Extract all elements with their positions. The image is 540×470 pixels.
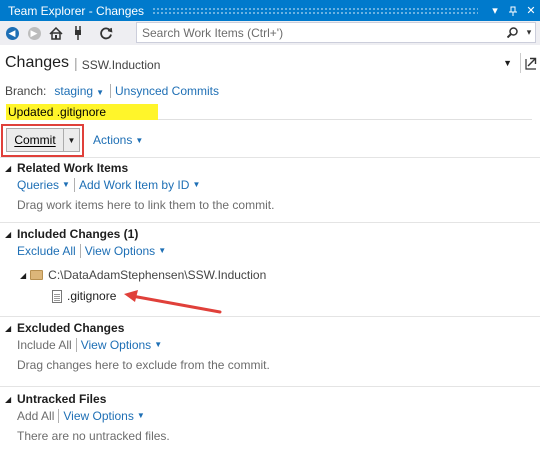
drop-hint: Drag work items here to link them to the… [17,198,275,212]
actions-label: Actions [93,133,133,147]
section-title: Excluded Changes [17,321,125,335]
divider [79,243,81,258]
section-links: Add All View Options ▼ [17,407,170,424]
commit-button-label: Commit [14,133,56,147]
popout-icon [525,57,537,70]
divider [75,337,77,352]
home-icon [49,26,63,40]
section-header[interactable]: ◢ Related Work Items [5,160,274,176]
section-header[interactable]: ◢ Excluded Changes [5,320,270,336]
chevron-down-icon: ▼ [135,135,144,145]
branch-name: staging [54,84,94,98]
chevron-down-icon[interactable]: ▼ [137,411,145,420]
actions-menu[interactable]: Actions ▼ [93,133,143,147]
file-icon [52,289,62,303]
collapse-triangle-icon: ◢ [5,394,12,404]
collapse-triangle-icon: ◢ [5,163,12,173]
connect-icon [75,26,81,40]
refresh-icon [99,27,112,39]
section-title: Related Work Items [17,161,129,175]
page-dropdown-icon[interactable]: ▼ [503,58,512,68]
untracked-files-section: ◢ Untracked Files Add All View Options ▼ … [5,391,170,443]
search-button[interactable] [501,27,523,38]
toolbar: ◀ ▶ ▾ [0,21,540,45]
chevron-down-icon[interactable]: ▼ [192,180,200,189]
related-work-items-section: ◢ Related Work Items Queries ▼ Add Work I… [5,160,274,212]
popout-button[interactable] [520,53,540,73]
folder-row[interactable]: ◢ C:\DataAdamStephensen\SSW.Induction [20,268,266,282]
chevron-down-icon[interactable]: ▼ [158,246,166,255]
section-title: Included Changes (1) [17,227,139,241]
commit-message-input[interactable] [6,104,158,120]
chevron-down-icon[interactable]: ▼ [154,340,162,349]
back-button[interactable]: ◀ [2,23,22,43]
commit-button[interactable]: Commit [6,128,64,152]
section-title: Untracked Files [17,392,107,406]
section-divider [0,157,540,158]
commit-options-dropdown[interactable]: ▼ [63,128,80,152]
window-title: Team Explorer - Changes [8,3,145,18]
chevron-down-icon: ▼ [67,135,76,145]
folder-path: C:\DataAdamStephensen\SSW.Induction [48,268,267,282]
search-box: ▾ [136,22,536,43]
section-header[interactable]: ◢ Untracked Files [5,391,170,407]
section-header[interactable]: ◢ Included Changes (1) [5,226,166,242]
folder-icon [30,270,44,280]
title-grip[interactable] [152,7,478,14]
view-options-link[interactable]: View Options [63,409,133,423]
file-row[interactable]: .gitignore [52,289,116,303]
page-title: Changes [5,54,70,71]
add-work-item-link[interactable]: Add Work Item by ID [79,178,189,192]
back-icon: ◀ [5,26,19,40]
branch-selector[interactable]: staging ▼ [54,84,104,98]
drop-hint: Drag changes here to exclude from the co… [17,358,270,372]
section-links: Include All View Options ▼ [17,336,270,353]
queries-link[interactable]: Queries [17,178,59,192]
view-options-link[interactable]: View Options [81,338,151,352]
window-menu-dropdown-icon[interactable]: ▾ [486,2,504,20]
section-links: Queries ▼ Add Work Item by ID ▼ [17,176,274,193]
exclude-all-link[interactable]: Exclude All [17,244,76,258]
divider [73,177,75,192]
section-divider [0,222,540,223]
pin-icon[interactable] [504,2,522,20]
tree-expander-icon[interactable]: ◢ [20,271,26,280]
branch-label: Branch: [5,84,47,98]
annotation-arrow [124,290,222,314]
section-divider [0,316,540,317]
section-divider [0,386,540,387]
divider [109,84,111,98]
collapse-triangle-icon: ◢ [5,229,12,239]
forward-button[interactable]: ▶ [24,23,44,43]
collapse-triangle-icon: ◢ [5,323,12,333]
empty-state-text: There are no untracked files. [17,429,170,443]
project-name: SSW.Induction [81,57,161,72]
title-separator: | [74,55,78,71]
search-options-dropdown-icon[interactable]: ▾ [523,27,535,38]
search-input[interactable] [137,24,501,41]
forward-icon: ▶ [27,26,41,40]
add-all-link[interactable]: Add All [17,409,54,423]
excluded-changes-section: ◢ Excluded Changes Include All View Opti… [5,320,270,372]
chevron-down-icon: ▼ [96,88,104,97]
search-icon [506,27,518,38]
close-icon[interactable]: ✕ [522,2,540,20]
home-button[interactable] [46,23,66,43]
header-actions: ▼ [503,53,540,73]
branch-row: Branch: staging ▼ Unsynced Commits [5,84,219,98]
page-header: Changes | SSW.Induction ▼ [0,49,540,77]
file-name: .gitignore [67,289,117,303]
divider [58,408,60,423]
refresh-button[interactable] [96,23,116,43]
title-bar: Team Explorer - Changes ▾ ✕ [0,0,540,21]
included-changes-section: ◢ Included Changes (1) Exclude All View … [5,226,166,259]
include-all-link[interactable]: Include All [17,338,72,352]
connect-button[interactable] [68,23,88,43]
section-links: Exclude All View Options ▼ [17,242,166,259]
chevron-down-icon[interactable]: ▼ [62,180,70,189]
commit-message-field-rest[interactable] [158,104,532,120]
view-options-link[interactable]: View Options [85,244,155,258]
unsynced-commits-link[interactable]: Unsynced Commits [115,84,219,98]
